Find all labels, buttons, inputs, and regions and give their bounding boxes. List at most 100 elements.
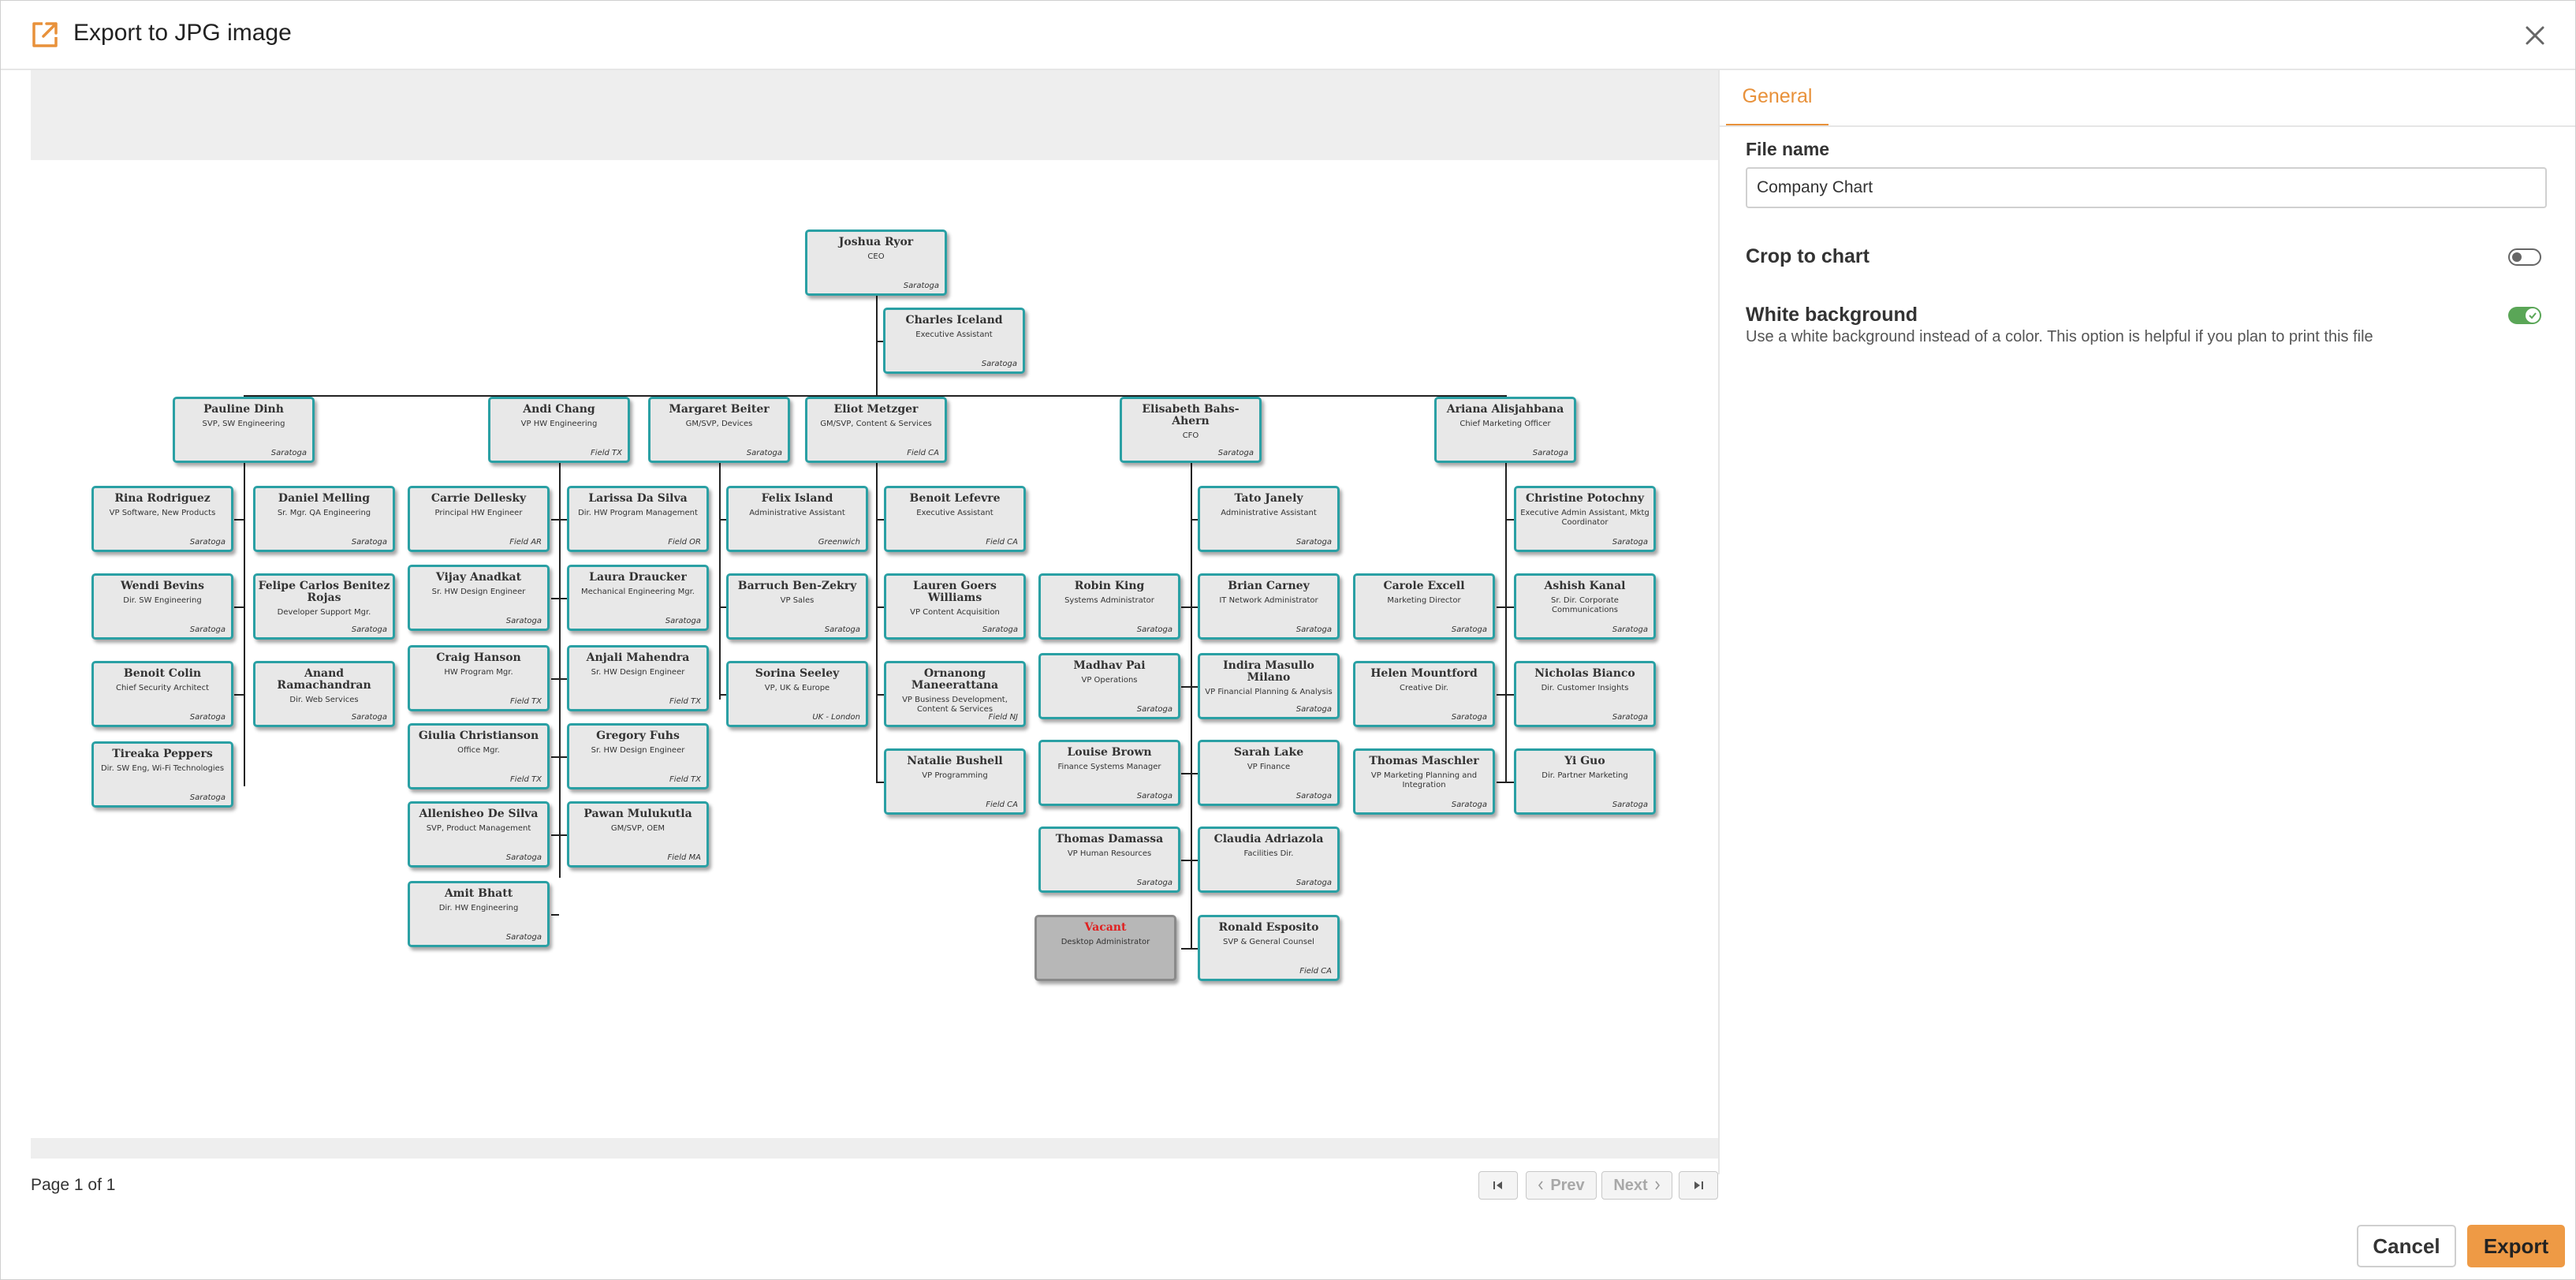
org-node-title: GM/SVP, Devices (685, 420, 753, 428)
org-node: Wendi Bevins Dir. SW Engineering Saratoga (91, 573, 233, 640)
org-node: Eliot Metzger GM/SVP, Content & Services F… (805, 397, 947, 463)
cancel-button[interactable]: Cancel (2357, 1225, 2456, 1267)
org-node-location: Saratoga (1532, 449, 1568, 457)
next-page-button[interactable]: Next (1601, 1171, 1672, 1200)
external-link-icon (32, 22, 58, 47)
org-node: Louise Brown Finance Systems Manager Sarat… (1038, 740, 1180, 806)
org-node-title: Office Mgr. (457, 746, 500, 755)
org-node-name: Wendi Bevins (121, 580, 204, 592)
org-node-name: Ornanong Maneerattana (911, 667, 999, 692)
org-node-location: Saratoga (351, 625, 387, 634)
org-node: Sarah Lake VP Finance Saratoga (1198, 740, 1340, 806)
export-button[interactable]: Export (2467, 1225, 2565, 1267)
settings-panel (1718, 70, 2576, 1174)
org-node: Felix Island Administrative Assistant Gree… (726, 486, 868, 552)
connector-line (876, 519, 884, 521)
org-node: Benoit Lefevre Executive Assistant Field C… (884, 486, 1026, 552)
file-name-input[interactable] (1746, 167, 2547, 208)
org-node-title: VP Finance (1247, 763, 1291, 771)
org-node: Benoit Colin Chief Security Architect Sara… (91, 661, 233, 727)
connector-line (551, 834, 559, 836)
org-node-location: Saratoga (189, 793, 226, 802)
org-node-title: Finance Systems Manager (1057, 763, 1161, 771)
org-node-location: Saratoga (189, 713, 226, 722)
org-node-name: Craig Hanson (436, 651, 521, 664)
org-node-name: Elisabeth Bahs-Ahern (1142, 403, 1240, 427)
check-icon (2529, 312, 2537, 319)
org-node: Carrie Dellesky Principal HW Engineer Fiel… (408, 486, 550, 552)
org-node-location: Field TX (591, 449, 622, 457)
connector-line (1191, 463, 1192, 949)
org-node-location: Field CA (1299, 967, 1332, 976)
connector-line (244, 463, 245, 786)
org-node-name: Margaret Beiter (669, 403, 770, 416)
org-node-name: Rina Rodriguez (114, 492, 211, 505)
org-node: Elisabeth Bahs-Ahern CFO Saratoga (1120, 397, 1262, 463)
org-node-title: VP Sales (780, 596, 815, 605)
next-label: Next (1613, 1176, 1648, 1194)
org-node: Indira Masullo Milano VP Financial Planni… (1198, 653, 1340, 719)
org-node-name: Andi Chang (523, 403, 595, 416)
org-node-name: Charles Iceland (905, 314, 1003, 327)
org-node-name: Felix Island (761, 492, 833, 505)
org-node: Joshua Ryor CEO Saratoga (805, 230, 947, 296)
org-node-title: IT Network Administrator (1219, 596, 1318, 605)
last-page-button[interactable] (1679, 1171, 1718, 1200)
org-node-name: Tireaka Peppers (112, 748, 213, 760)
org-node: Barruch Ben-Zekry VP Sales Saratoga (726, 573, 868, 640)
org-node-title: Sr. HW Design Engineer (591, 668, 685, 677)
org-node-title: HW Program Mgr. (444, 668, 513, 677)
connector-line (559, 598, 567, 599)
org-node-title: Dir. HW Program Management (578, 509, 698, 517)
org-node: Thomas Maschler VP Marketing Planning and… (1353, 748, 1495, 815)
close-icon[interactable] (2519, 20, 2551, 51)
white-background-description: Use a white background instead of a colo… (1746, 328, 2373, 345)
org-node-name: Anjali Mahendra (586, 651, 690, 664)
org-node-location: Saratoga (1612, 800, 1648, 809)
white-background-toggle[interactable] (2508, 307, 2541, 324)
org-node-title: VP Marketing Planning and Integration (1370, 771, 1478, 789)
org-node-title: Desktop Administrator (1061, 938, 1150, 946)
org-node-name: Allenisheo De Silva (419, 808, 539, 820)
org-node: Amit Bhatt Dir. HW Engineering Saratoga (408, 881, 550, 947)
export-dialog: Export to JPG image Joshua Ryor CEO Sarato… (0, 0, 2576, 1280)
org-node-location: Field OR (668, 538, 701, 547)
org-node: Daniel Melling Sr. Mgr. QA Engineering Sar… (253, 486, 395, 552)
org-node-location: Saratoga (1136, 705, 1172, 714)
org-node-title: VP Financial Planning & Analysis (1205, 688, 1333, 696)
org-node-name: Amit Bhatt (444, 887, 513, 900)
org-node-location: Field TX (510, 775, 542, 784)
org-node-title: Executive Admin Assistant, Mktg Coordina… (1520, 509, 1650, 527)
first-page-button[interactable] (1478, 1171, 1518, 1200)
tab-general[interactable]: General (1726, 83, 1829, 127)
org-node: Helen Mountford Creative Dir. Saratoga (1353, 661, 1495, 727)
tab-divider (1720, 125, 2575, 127)
org-node-name: Lauren Goers Williams (913, 580, 997, 604)
org-node: Ariana Alisjahbana Chief Marketing Office… (1434, 397, 1576, 463)
org-node-name: Eliot Metzger (833, 403, 919, 416)
org-node-location: Saratoga (1295, 792, 1332, 800)
org-node-name: Larissa Da Silva (588, 492, 688, 505)
org-node-title: Developer Support Mgr. (277, 608, 371, 617)
org-node-name: Helen Mountford (1370, 667, 1478, 680)
org-node-location: Saratoga (1295, 538, 1332, 547)
org-node-name: Ronald Esposito (1218, 921, 1319, 934)
chevron-right-icon (1655, 1181, 1660, 1190)
org-node-title: Sr. HW Design Engineer (591, 746, 685, 755)
org-node-location: Saratoga (270, 449, 307, 457)
prev-page-button[interactable]: Prev (1526, 1171, 1597, 1200)
org-node-name: Sorina Seeley (755, 667, 840, 680)
org-node-title: Sr. Dir. Corporate Communications (1551, 596, 1619, 614)
org-node-title: SVP, SW Engineering (202, 420, 285, 428)
org-node: Ornanong Maneerattana VP Business Develop… (884, 661, 1026, 727)
org-node-title: Executive Assistant (915, 330, 993, 339)
file-name-label: File name (1746, 139, 1830, 159)
crop-to-chart-toggle[interactable] (2508, 248, 2541, 266)
org-node-location: Field NJ (988, 713, 1018, 722)
preview-pane[interactable]: Joshua Ryor CEO Saratoga Charles Iceland Exe… (31, 70, 1718, 1159)
org-node: Christine Potochny Executive Admin Assist… (1514, 486, 1656, 552)
org-node: Yi Guo Dir. Partner Marketing Saratoga (1514, 748, 1656, 815)
org-node: Carole Excell Marketing Director Saratoga (1353, 573, 1495, 640)
org-node-title: Facilities Dir. (1243, 849, 1294, 858)
org-node-location: Saratoga (981, 360, 1017, 368)
